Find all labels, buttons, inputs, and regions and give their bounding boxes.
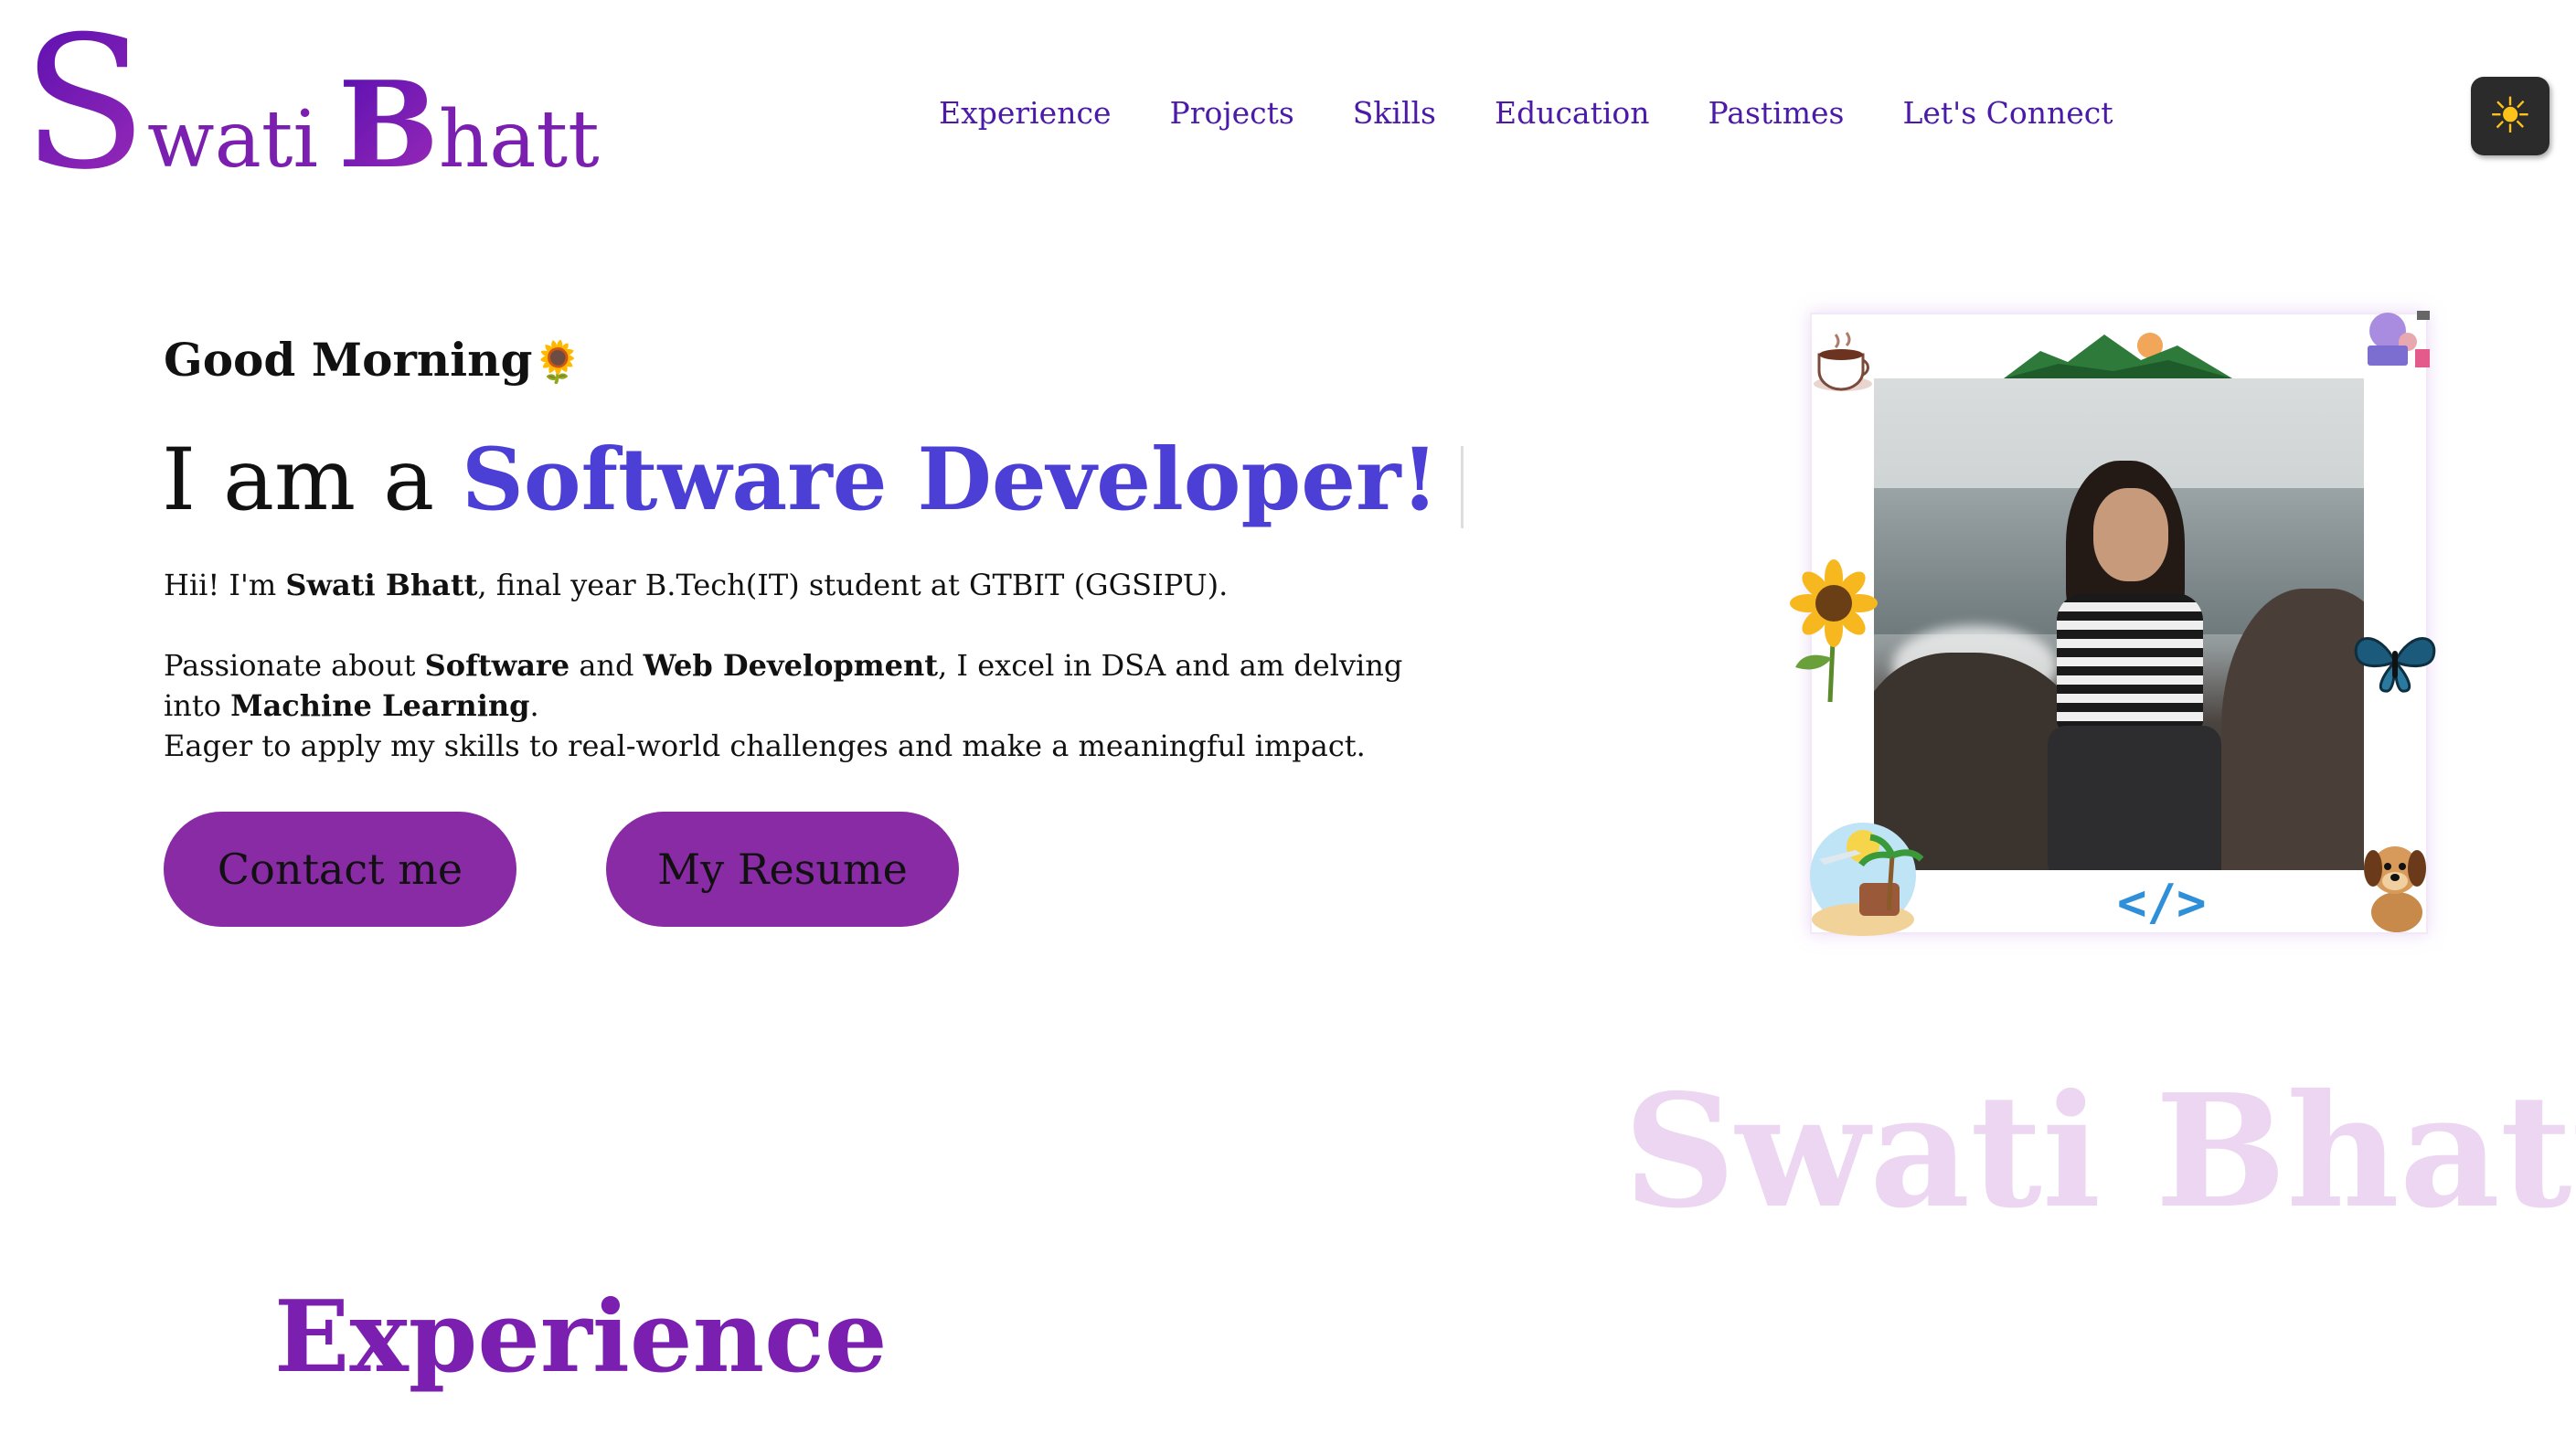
intro-bold: Software — [424, 648, 570, 683]
hero-intro: Hii! I'm Swati Bhatt, final year B.Tech(… — [164, 565, 1443, 766]
sun-icon: ☀ — [2487, 87, 2533, 144]
name-watermark: Swati Bhatt — [1623, 1060, 2576, 1243]
mountain-icon — [2004, 333, 2232, 378]
nav-experience[interactable]: Experience — [939, 95, 1111, 131]
my-resume-label: My Resume — [657, 845, 908, 894]
profile-photo — [1874, 378, 2364, 870]
sunflower-emoji-icon: 🌻 — [532, 339, 583, 386]
nav-projects[interactable]: Projects — [1169, 95, 1293, 131]
intro-text: Hii! I'm — [164, 568, 286, 602]
intro-line-1: Hii! I'm Swati Bhatt, final year B.Tech(… — [164, 565, 1443, 605]
laptop-girl-icon — [2368, 311, 2430, 367]
theme-toggle-button[interactable]: ☀ — [2471, 77, 2549, 155]
typing-cursor — [1460, 445, 1464, 528]
my-resume-button[interactable]: My Resume — [606, 812, 959, 927]
intro-text: and — [569, 648, 644, 683]
travel-icon — [1810, 823, 1924, 936]
nav-skills[interactable]: Skills — [1353, 95, 1436, 131]
logo-last-rest: hatt — [438, 94, 600, 186]
nav-lets-connect[interactable]: Let's Connect — [1902, 95, 2113, 131]
nav-education[interactable]: Education — [1495, 95, 1650, 131]
contact-me-button[interactable]: Contact me — [164, 812, 516, 927]
intro-name: Swati Bhatt — [285, 568, 478, 602]
headline-prefix: I am a — [162, 430, 435, 530]
greeting: Good Morning🌻 — [164, 333, 582, 387]
sunflower-icon — [1790, 559, 1878, 703]
headline-role: Software Developer! — [462, 430, 1439, 530]
intro-bold: Machine Learning — [230, 688, 530, 723]
intro-line-3: Eager to apply my skills to real-world c… — [164, 728, 1366, 763]
nav-pastimes[interactable]: Pastimes — [1708, 95, 1845, 131]
logo-initial-s: S — [22, 0, 148, 210]
main-nav: Experience Projects Skills Education Pas… — [939, 95, 2113, 131]
experience-section-title: Experience — [274, 1280, 888, 1395]
puppy-icon — [2364, 846, 2426, 932]
intro-bold: Web Development — [643, 648, 939, 683]
profile-photo-frame: </> — [1790, 311, 2436, 936]
intro-text: , final year B.Tech(IT) student at GTBIT… — [477, 568, 1229, 602]
coffee-cup-icon — [1814, 332, 1872, 391]
hero-headline: I am a Software Developer! — [162, 430, 1464, 530]
intro-text: . — [529, 688, 539, 723]
intro-text: Passionate about — [164, 648, 425, 683]
butterfly-icon — [2354, 637, 2436, 693]
greeting-text: Good Morning — [164, 333, 533, 387]
contact-me-label: Contact me — [217, 845, 463, 894]
logo-initial-b: B — [337, 55, 439, 195]
site-logo[interactable]: Swati Bhatt — [22, 13, 600, 196]
code-symbol-icon: </> — [2117, 874, 2207, 931]
intro-line-2: Passionate about Software and Web Develo… — [164, 645, 1443, 726]
logo-first-rest: wati — [147, 94, 318, 186]
